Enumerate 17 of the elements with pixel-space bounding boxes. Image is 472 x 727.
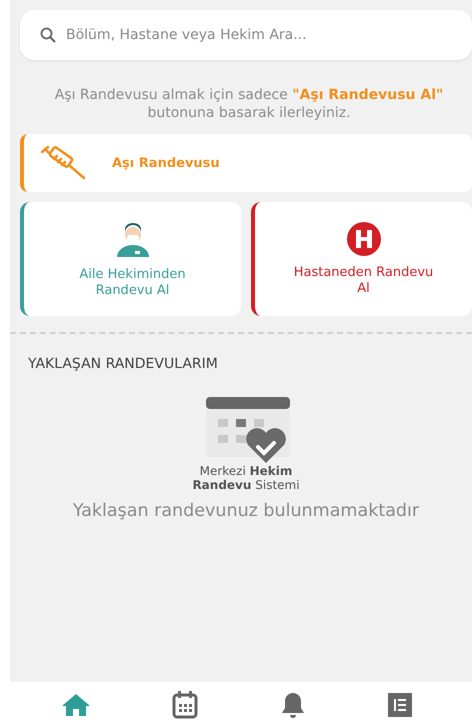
home-icon[interactable] <box>60 692 90 716</box>
calendar-icon[interactable] <box>172 690 198 718</box>
appointment-option-card[interactable]: Aile Hekiminden Randevu Al <box>20 202 241 316</box>
vaccine-appointment-label: Aşı Randevusu <box>112 154 220 173</box>
section-title: YAKLAŞAN RANDEVULARIM <box>28 355 219 374</box>
list-icon[interactable] <box>388 692 412 716</box>
option-label: Hastaneden Randevu Al <box>292 265 434 298</box>
appointment-option-card[interactable]: Hastaneden Randevu Al <box>251 202 472 316</box>
logo-text: Randevu Sistemi <box>192 478 300 492</box>
syringe-icon <box>38 144 88 182</box>
search-field[interactable]: Bölüm, Hastane veya Hekim Ara... <box>20 10 472 60</box>
logo-text: Merkezi Hekim <box>200 465 292 479</box>
empty-message: Yaklaşan randevunuz bulunmamaktadır <box>72 500 420 523</box>
hospital-icon <box>346 221 382 258</box>
instruction-text: Aşı Randevusu almak için sadece "Aşı Randevusu Al" butonuna basarak ilerleyiniz. <box>54 86 444 122</box>
option-label: Aile Hekiminden Randevu Al <box>78 267 187 300</box>
vaccine-appointment-card[interactable]: Aşı Randevusu <box>20 134 472 192</box>
